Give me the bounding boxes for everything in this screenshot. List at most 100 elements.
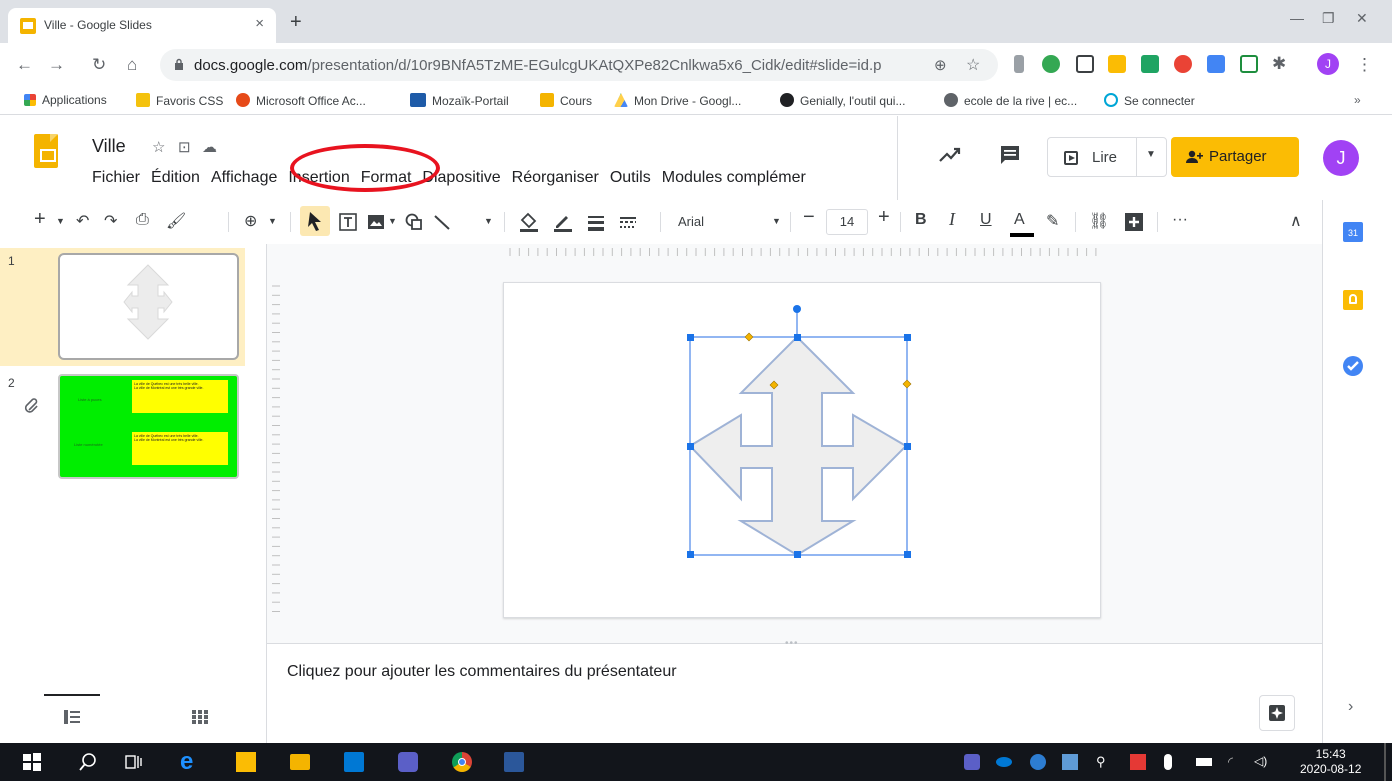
tray-teams-icon[interactable] — [964, 754, 980, 770]
present-dropdown-icon[interactable]: ▼ — [1146, 149, 1156, 160]
bookmark-office[interactable]: Microsoft Office Ac... — [236, 93, 366, 108]
show-desktop-button[interactable] — [1384, 743, 1386, 781]
border-weight-icon[interactable] — [586, 212, 606, 232]
back-icon[interactable]: ← — [16, 55, 33, 75]
star-icon[interactable]: ☆ — [152, 138, 165, 156]
tasks-icon[interactable] — [1343, 356, 1363, 376]
tray-onedrive-icon[interactable] — [996, 757, 1012, 767]
task-view-icon[interactable] — [124, 752, 144, 772]
add-comment-icon[interactable] — [1124, 212, 1144, 232]
insert-image-icon[interactable] — [366, 212, 386, 232]
collapse-menus-icon[interactable]: ∧ — [1290, 211, 1302, 231]
tray-microphone-icon[interactable] — [1164, 754, 1172, 770]
profile-avatar[interactable]: J — [1317, 53, 1339, 75]
font-dropdown-icon[interactable]: ▼ — [772, 216, 781, 226]
extensions-puzzle-icon[interactable]: ✱ — [1272, 54, 1286, 74]
tray-network-icon[interactable]: ⚲ — [1096, 754, 1112, 770]
fill-color-icon[interactable] — [518, 210, 540, 234]
bold-button[interactable]: B — [915, 211, 927, 229]
chrome-icon[interactable] — [452, 752, 472, 772]
adblock-icon[interactable] — [1174, 55, 1192, 73]
vertical-ruler[interactable] — [270, 282, 282, 618]
decrease-font-size-icon[interactable]: − — [803, 206, 815, 229]
redo-icon[interactable]: ↷ — [104, 211, 117, 231]
underline-button[interactable]: U — [980, 211, 992, 229]
tab-close-icon[interactable]: × — [255, 15, 264, 32]
minimize-icon[interactable]: — — [1290, 10, 1304, 26]
bookmark-star-icon[interactable]: ☆ — [966, 55, 980, 75]
italic-button[interactable]: I — [949, 209, 955, 230]
home-icon[interactable]: ⌂ — [127, 55, 137, 75]
sticky-notes-icon[interactable] — [236, 752, 256, 772]
menu-modules[interactable]: Modules complémer — [662, 169, 806, 186]
bookmark-ecole[interactable]: ecole de la rive | ec... — [944, 93, 1077, 108]
border-color-icon[interactable] — [552, 210, 574, 234]
paint-format-icon[interactable]: 🖌 — [166, 211, 186, 231]
share-button[interactable]: Partager — [1171, 137, 1299, 177]
menu-fichier[interactable]: Fichier — [92, 169, 140, 186]
tray-battery-icon[interactable] — [1196, 758, 1212, 766]
more-options-button[interactable]: ··· — [1172, 211, 1188, 229]
browser-tab[interactable]: Ville - Google Slides × — [8, 8, 276, 43]
calendar-icon[interactable]: 31 — [1343, 222, 1363, 242]
word-icon[interactable] — [504, 752, 524, 772]
tray-k-icon[interactable] — [1130, 754, 1146, 770]
window-close-icon[interactable]: ✕ — [1356, 10, 1368, 27]
tray-wifi-icon[interactable]: ◜ — [1228, 754, 1244, 770]
activity-trend-icon[interactable] — [938, 146, 962, 164]
menu-edition[interactable]: Édition — [151, 169, 200, 186]
extension-drive-icon[interactable] — [1141, 55, 1159, 73]
bookmark-mozaik[interactable]: Mozaïk-Portail — [410, 93, 509, 108]
extension-table-icon[interactable] — [1076, 55, 1094, 73]
menu-reorganiser[interactable]: Réorganiser — [512, 169, 599, 186]
account-avatar[interactable]: J — [1323, 140, 1359, 176]
line-dropdown-icon[interactable]: ▼ — [484, 216, 493, 226]
bookmark-applications[interactable]: Applications — [24, 93, 107, 107]
text-color-button[interactable]: A — [1014, 211, 1025, 229]
line-icon[interactable] — [432, 212, 452, 232]
shape-icon[interactable] — [404, 212, 424, 232]
bookmark-se-connecter[interactable]: Se connecter — [1104, 93, 1195, 108]
document-title[interactable]: Ville — [92, 136, 126, 157]
text-box-icon[interactable] — [338, 212, 358, 232]
menu-outils[interactable]: Outils — [610, 169, 651, 186]
windows-start-icon[interactable] — [22, 752, 42, 772]
translate-icon[interactable] — [1207, 55, 1225, 73]
print-icon[interactable]: ⎙ — [136, 211, 149, 229]
font-family-select[interactable]: Arial — [678, 214, 704, 229]
insert-link-icon[interactable]: ⛓ — [1089, 211, 1109, 231]
address-bar[interactable]: docs.google.com/presentation/d/10r9BNfA5… — [160, 49, 998, 81]
new-tab-button[interactable]: + — [290, 11, 302, 34]
new-slide-layout-icon[interactable]: ▼ — [56, 216, 65, 226]
highlight-icon[interactable]: ✎ — [1046, 211, 1059, 231]
slide-thumbnail-1[interactable] — [58, 253, 239, 360]
bookmark-drive[interactable]: Mon Drive - Googl... — [614, 93, 741, 108]
border-dash-icon[interactable] — [618, 212, 638, 232]
extension-icon[interactable] — [1014, 55, 1024, 73]
zoom-dropdown-icon[interactable]: ▼ — [268, 216, 277, 226]
notes-placeholder[interactable]: Cliquez pour ajouter les commentaires du… — [287, 663, 677, 681]
restore-icon[interactable]: ❐ — [1322, 10, 1335, 27]
file-explorer-icon[interactable] — [290, 754, 310, 770]
zoom-tool-icon[interactable]: ⊕ — [244, 211, 257, 231]
font-size-input[interactable]: 14 — [826, 209, 868, 235]
teams-icon[interactable] — [398, 752, 418, 772]
present-button[interactable]: Lire ▼ — [1047, 137, 1167, 177]
new-slide-icon[interactable]: + — [34, 208, 46, 231]
grid-view-icon[interactable] — [192, 710, 208, 724]
image-dropdown-icon[interactable]: ▼ — [388, 216, 397, 226]
bookmark-genially[interactable]: Genially, l'outil qui... — [780, 93, 905, 108]
browser-menu-icon[interactable]: ⋮ — [1356, 55, 1373, 75]
select-tool-icon[interactable] — [300, 206, 330, 236]
slides-logo-icon[interactable] — [34, 134, 58, 168]
move-arrows-shape[interactable] — [503, 282, 1101, 618]
horizontal-ruler[interactable] — [506, 246, 1102, 258]
system-clock[interactable]: 15:43 2020-08-12 — [1300, 747, 1361, 777]
expand-panel-icon[interactable]: › — [1348, 698, 1353, 716]
tray-app-icon[interactable] — [1030, 754, 1046, 770]
tray-security-icon[interactable] — [1062, 754, 1078, 770]
extension-hand-icon[interactable] — [1108, 55, 1126, 73]
notes-resize-handle[interactable]: ••• — [785, 638, 799, 649]
reload-icon[interactable]: ↻ — [92, 55, 106, 75]
keep-icon[interactable] — [1343, 290, 1363, 310]
